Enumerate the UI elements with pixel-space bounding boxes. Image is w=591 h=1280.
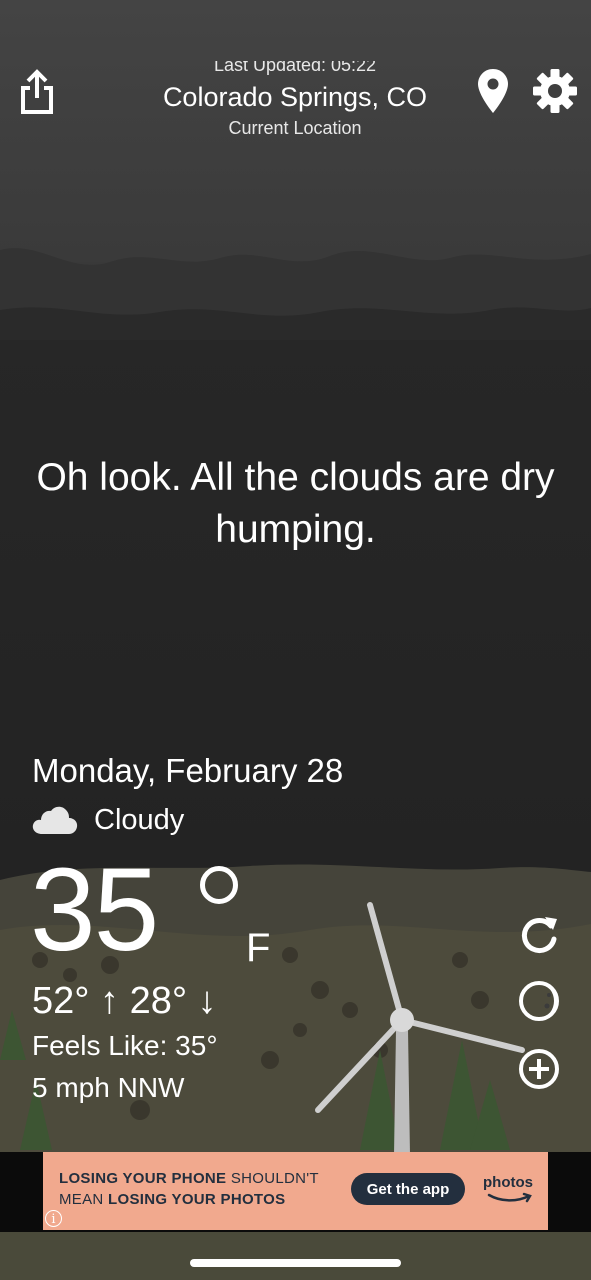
refresh-icon[interactable] [516, 912, 562, 958]
gear-icon[interactable] [530, 66, 580, 116]
feels-like: Feels Like: 35° [32, 1030, 218, 1061]
ad-text-2: MEAN [59, 1191, 109, 1208]
current-temperature: 35 [30, 844, 159, 976]
ad-info-icon[interactable]: i [45, 1210, 62, 1227]
map-pin-icon[interactable] [472, 66, 514, 116]
ad-text-bold-1: LOSING YOUR PHONE [59, 1170, 227, 1187]
forecast-date: Monday, February 28 [32, 752, 344, 789]
ad-headline: LOSING YOUR PHONE SHOULDN'T MEAN LOSING … [59, 1168, 349, 1210]
moon-icon[interactable] [516, 978, 562, 1024]
top-bar: Last Updated: 05:22 Colorado Springs, CO… [0, 0, 591, 150]
ad-get-app-button[interactable]: Get the app [351, 1173, 465, 1205]
degree-symbol [200, 866, 238, 904]
ad-text-1: SHOULDN'T [226, 1170, 319, 1187]
last-updated-label: Last Updated: 05:22 [213, 56, 377, 75]
weather-screen: Last Updated: 05:22 Colorado Springs, CO… [0, 0, 591, 1280]
location-subtitle: Current Location [228, 118, 362, 138]
temperature-unit: F [246, 926, 271, 970]
high-low-temperature: 52° ↑ 28° ↓ [32, 980, 217, 1022]
location-name[interactable]: Colorado Springs, CO [100, 82, 490, 113]
share-icon[interactable] [14, 66, 60, 118]
ground-strip [0, 1232, 591, 1280]
ad-brand-label: photos [483, 1174, 533, 1191]
smile-arrow-icon [487, 1192, 532, 1203]
condition-label: Cloudy [94, 803, 185, 836]
wind-speed: 5 mph NNW [32, 1072, 185, 1103]
home-indicator[interactable] [190, 1259, 401, 1267]
cloud-icon [32, 806, 78, 834]
condition-row: Cloudy [32, 800, 184, 840]
advertisement-banner[interactable]: LOSING YOUR PHONE SHOULDN'T MEAN LOSING … [43, 1152, 548, 1230]
plus-circle-icon[interactable] [516, 1046, 562, 1092]
ad-text-bold-2: LOSING YOUR PHOTOS [108, 1191, 286, 1208]
weather-quip: Oh look. All the clouds are dry humping. [36, 456, 555, 551]
